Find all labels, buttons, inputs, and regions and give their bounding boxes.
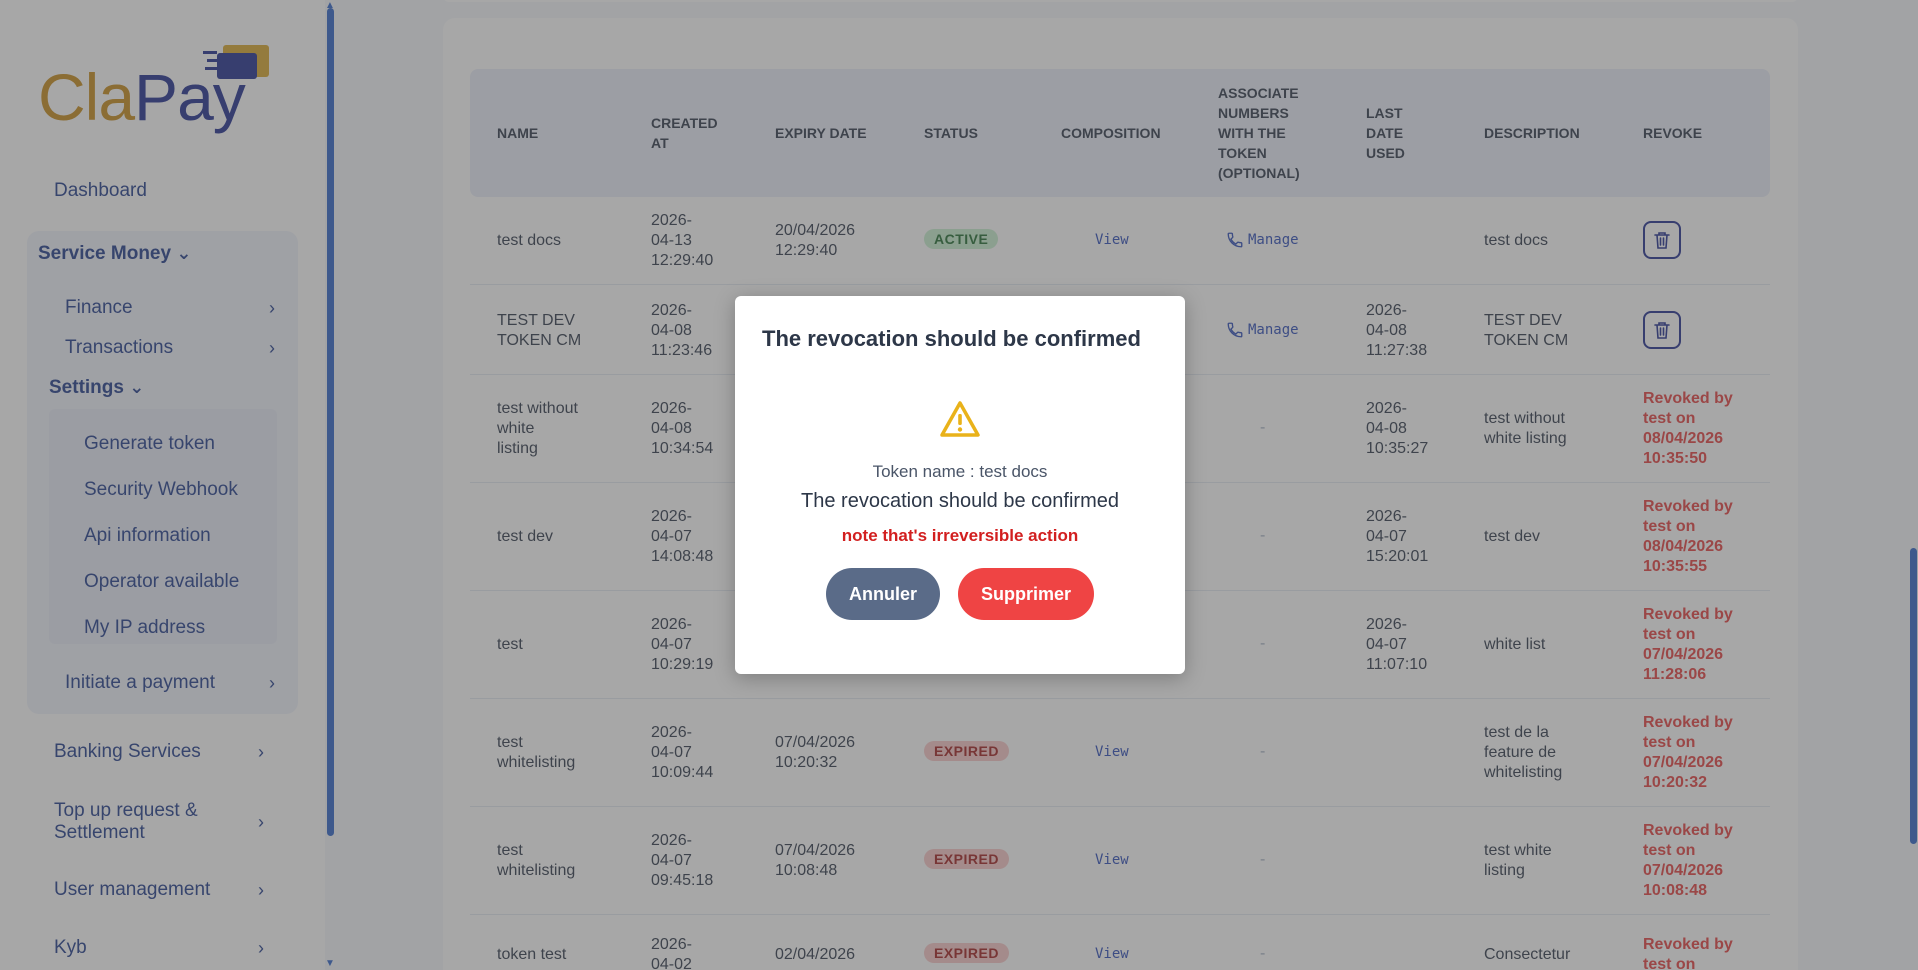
warning-triangle-icon — [940, 401, 980, 437]
dialog-title: The revocation should be confirmed — [762, 326, 1141, 351]
dialog-irreversible-note: note that's irreversible action — [841, 526, 1079, 545]
delete-button[interactable]: Supprimer — [958, 568, 1094, 620]
dialog-confirm-text: The revocation should be confirmed — [801, 490, 1119, 512]
dialog-token-name: Token name : test docs — [872, 462, 1048, 481]
revocation-confirm-dialog: The revocation should be confirmed Token… — [735, 296, 1185, 674]
cancel-button[interactable]: Annuler — [826, 568, 940, 620]
